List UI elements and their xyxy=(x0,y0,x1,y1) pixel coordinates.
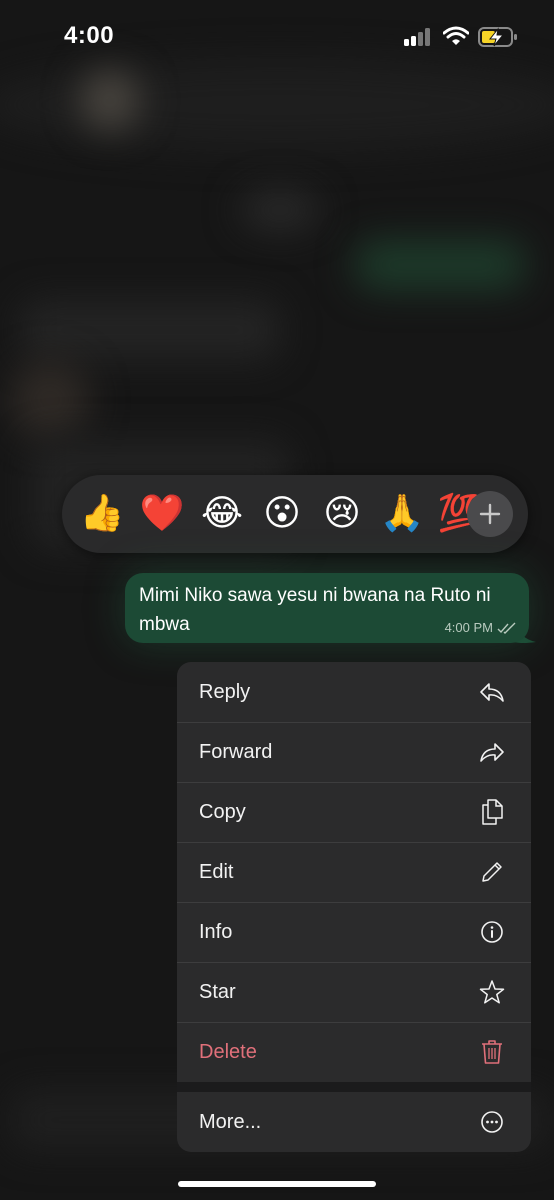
reaction-bar: 👍 ❤️ 😂 😮 😢 🙏 💯 xyxy=(62,475,528,553)
reply-icon xyxy=(479,679,505,705)
menu-section-divider xyxy=(177,1082,531,1092)
status-time: 4:00 xyxy=(64,22,115,49)
folded-hands-emoji[interactable]: 🙏 xyxy=(378,490,426,538)
double-check-icon xyxy=(497,622,516,634)
menu-item-label: Info xyxy=(199,920,233,943)
thumbs-up-emoji[interactable]: 👍 xyxy=(78,490,126,538)
message-time: 4:00 PM xyxy=(444,620,493,635)
forward-icon xyxy=(479,739,505,765)
menu-item-label: More... xyxy=(199,1110,262,1133)
wifi-icon xyxy=(442,26,470,46)
crying-emoji[interactable]: 😢 xyxy=(318,490,366,538)
plus-icon xyxy=(479,503,501,525)
pencil-icon xyxy=(479,859,505,885)
message-bubble[interactable]: Mimi Niko sawa yesu ni bwana na Ruto ni … xyxy=(125,573,529,643)
trash-icon xyxy=(479,1039,505,1065)
red-heart-emoji[interactable]: ❤️ xyxy=(138,490,186,538)
tears-of-joy-emoji[interactable]: 😂 xyxy=(198,490,246,538)
menu-item-label: Reply xyxy=(199,680,251,703)
copy-icon xyxy=(479,799,505,825)
menu-item-reply[interactable]: Reply xyxy=(177,662,531,722)
menu-item-label: Forward xyxy=(199,740,273,763)
info-icon xyxy=(479,919,505,945)
message-meta: 4:00 PM xyxy=(445,620,517,635)
menu-item-label: Star xyxy=(199,980,236,1003)
battery-charging-icon xyxy=(478,26,518,48)
star-icon xyxy=(479,979,505,1005)
menu-item-more[interactable]: More... xyxy=(177,1092,531,1152)
menu-item-info[interactable]: Info xyxy=(177,902,531,962)
menu-item-copy[interactable]: Copy xyxy=(177,782,531,842)
menu-item-forward[interactable]: Forward xyxy=(177,722,531,782)
menu-item-delete[interactable]: Delete xyxy=(177,1022,531,1082)
surprised-emoji[interactable]: 😮 xyxy=(258,490,306,538)
menu-item-star[interactable]: Star xyxy=(177,962,531,1022)
status-bar: 4:00 xyxy=(0,0,554,76)
menu-item-label: Edit xyxy=(199,860,234,883)
more-reactions-button[interactable] xyxy=(467,491,513,537)
more-icon xyxy=(479,1109,505,1135)
home-indicator[interactable] xyxy=(178,1181,376,1187)
menu-item-label: Delete xyxy=(199,1040,257,1063)
message-context-menu: Reply Forward Copy Edit Info Star Delete… xyxy=(177,662,531,1152)
menu-item-edit[interactable]: Edit xyxy=(177,842,531,902)
cellular-signal-icon xyxy=(404,28,434,46)
menu-item-label: Copy xyxy=(199,800,246,823)
